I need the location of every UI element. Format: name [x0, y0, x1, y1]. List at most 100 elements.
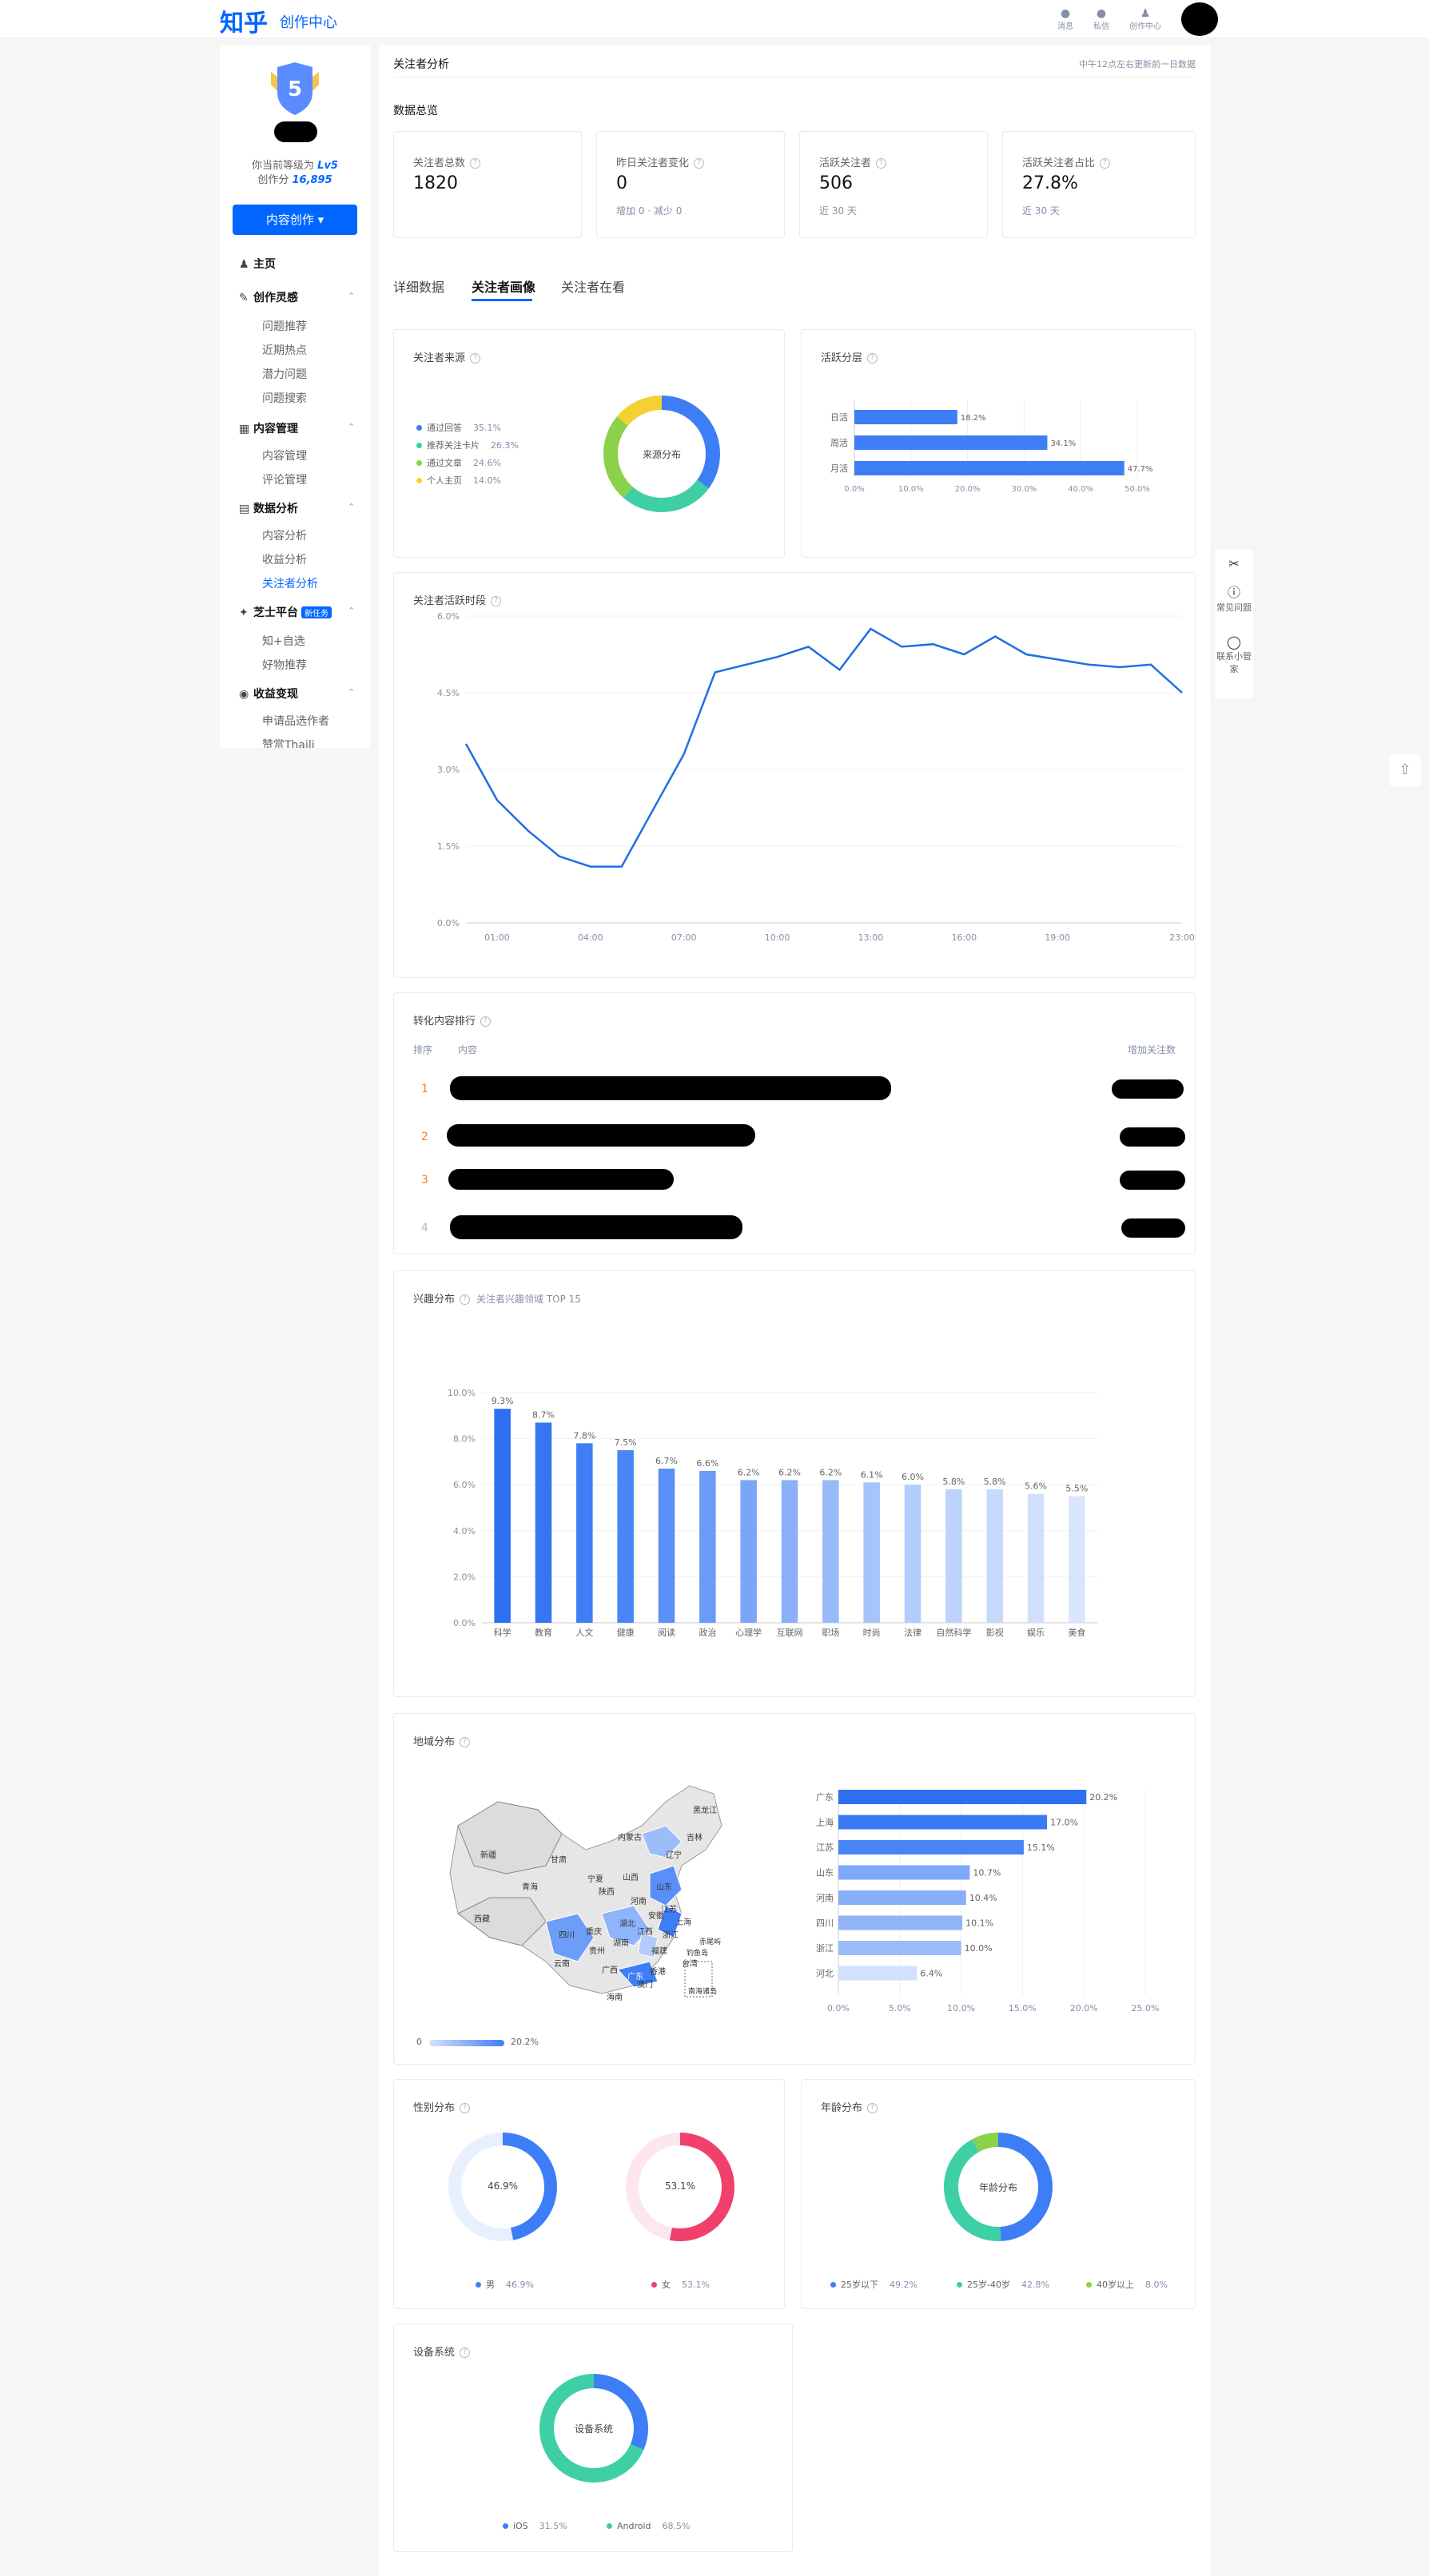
create-content-button[interactable]: 内容创作 ▾ [233, 205, 357, 235]
data-label: 5.8% [942, 1477, 965, 1487]
help-icon[interactable]: ? [1100, 158, 1111, 169]
avatar[interactable] [1181, 2, 1218, 36]
conversion-ranking-panel: 转化内容排行? 排序 内容 增加关注数 1 2 3 4 [393, 992, 1196, 1254]
private-messages-button[interactable]: ● 私信 [1085, 8, 1117, 31]
tick-label: 10.0% [898, 485, 924, 494]
help-icon[interactable]: ? [694, 158, 705, 169]
svg-text:湖南: 湖南 [613, 1938, 629, 1948]
zhihu-logo[interactable]: 知乎 [220, 3, 268, 38]
sidebar-section-content-management[interactable]: ▦ 内容管理 [239, 420, 298, 436]
chevron-up-icon[interactable]: ⌃ [348, 291, 355, 301]
data-label: 10.7% [973, 1868, 1001, 1878]
sidebar-item-question-recommend[interactable]: 问题推荐 [262, 318, 307, 334]
svg-text:黑龙江: 黑龙江 [693, 1805, 717, 1815]
sidebar-item-appreciation[interactable]: 赞赏Thaili [262, 737, 315, 748]
bell-icon: ● [1060, 7, 1071, 20]
chevron-up-icon[interactable]: ⌃ [348, 502, 355, 512]
tick-label: 2.0% [453, 1572, 476, 1582]
ranking-title: 转化内容排行 [413, 1016, 476, 1028]
activity-title: 活跃分层 [821, 352, 863, 364]
svg-text:青海: 青海 [522, 1882, 538, 1892]
help-icon[interactable]: ? [470, 158, 481, 169]
bar [854, 410, 957, 424]
creator-center-title: 创作中心 [280, 14, 337, 31]
source-title: 关注者来源 [413, 352, 466, 364]
svg-text:四川: 四川 [559, 1931, 575, 1940]
sidebar-item-content-management[interactable]: 内容管理 [262, 447, 307, 463]
bar [576, 1443, 593, 1623]
help-icon[interactable]: ? [460, 2103, 471, 2113]
content-link-redacted[interactable] [450, 1076, 891, 1100]
help-icon[interactable]: ? [491, 596, 502, 606]
main-panel: 关注者分析 中午12点左右更新前一日数据 数据总览 关注者总数? 1820 昨日… [379, 45, 1210, 2576]
sidebar-section-data-analysis[interactable]: ▤ 数据分析 [239, 500, 298, 516]
question-circle-icon: ⓘ [1227, 585, 1240, 600]
content-link-redacted[interactable] [447, 1124, 755, 1147]
category-label: 影视 [986, 1627, 1004, 1638]
bar [854, 461, 1124, 475]
chevron-up-icon[interactable]: ⌃ [348, 606, 355, 616]
help-icon[interactable]: ? [867, 2103, 878, 2113]
sidebar-item-follower-analysis[interactable]: 关注者分析 [262, 575, 318, 591]
sidebar-section-cheese-platform[interactable]: ✦ 芝士平台 新任务 [239, 604, 332, 620]
content-link-redacted[interactable] [448, 1169, 674, 1190]
creator-center-button[interactable]: ♟ 创作中心 [1129, 8, 1161, 31]
help-icon[interactable]: ? [460, 1737, 471, 1747]
sidebar-item-hot-topics[interactable]: 近期热点 [262, 342, 307, 358]
data-label: 17.0% [1050, 1818, 1078, 1828]
data-label: 20.2% [1089, 1792, 1117, 1803]
help-icon[interactable]: ? [480, 1016, 492, 1027]
tick-label: 3.0% [437, 765, 460, 775]
svg-text:安徽: 安徽 [648, 1910, 664, 1921]
tab-follower-profile[interactable]: 关注者画像 [472, 276, 535, 296]
svg-text:甘肃: 甘肃 [551, 1854, 567, 1865]
back-to-top-button[interactable]: ⇧ [1389, 754, 1421, 786]
sidebar-item-home[interactable]: ♟ 主页 [239, 256, 276, 272]
sidebar-section-inspiration[interactable]: ✎ 创作灵感 [239, 289, 298, 305]
category-label: 健康 [617, 1627, 635, 1638]
screenshot-tool-button[interactable]: ✂ [1215, 556, 1253, 571]
help-icon[interactable]: ? [867, 353, 878, 364]
bar [854, 435, 1048, 450]
data-label: 6.6% [696, 1458, 718, 1469]
sidebar-item-question-search[interactable]: 问题搜索 [262, 390, 307, 406]
contact-assistant-button[interactable]: ◯ 联系小管家 [1215, 634, 1253, 675]
sidebar-item-content-analysis[interactable]: 内容分析 [262, 527, 307, 543]
data-label: 9.3% [492, 1396, 514, 1406]
messages-button[interactable]: ● 消息 [1049, 8, 1081, 31]
sidebar-item-apply-selector[interactable]: 申请品选作者 [262, 713, 329, 729]
tab-followers-watching[interactable]: 关注者在看 [561, 276, 625, 296]
tick-label: 19:00 [1045, 932, 1070, 943]
chevron-up-icon[interactable]: ⌃ [348, 687, 355, 698]
donut-center-label: 来源分布 [642, 449, 681, 460]
category-label: 江苏 [816, 1843, 834, 1853]
interest-hint: 关注者兴趣领域 TOP 15 [476, 1294, 581, 1305]
stat-sub: 增加 0 · 减少 0 [616, 205, 683, 217]
content-link-redacted[interactable] [450, 1215, 742, 1239]
data-label: 6.2% [738, 1467, 760, 1477]
help-icon[interactable]: ? [460, 2347, 471, 2358]
faq-button[interactable]: ⓘ 常见问题 [1215, 582, 1253, 614]
bar [904, 1485, 921, 1623]
sidebar-item-good-products[interactable]: 好物推荐 [262, 657, 307, 673]
donut-center-label: 设备系统 [574, 2423, 613, 2435]
sidebar-item-comment-management[interactable]: 评论管理 [262, 471, 307, 487]
tab-detailed-data[interactable]: 详细数据 [393, 276, 444, 296]
chevron-up-icon[interactable]: ⌃ [348, 422, 355, 432]
help-icon[interactable]: ? [876, 158, 887, 169]
sidebar-item-revenue-analysis[interactable]: 收益分析 [262, 551, 307, 567]
chat-bubble-icon: ◯ [1227, 634, 1241, 650]
sidebar-item-potential-questions[interactable]: 潜力问题 [262, 366, 307, 382]
activity-layers-panel: 活跃分层? 0.0% 10.0% 20.0% 30.0% 40.0% 50.0% 日活 18.… [801, 329, 1196, 558]
gain-value-redacted [1121, 1218, 1185, 1238]
help-icon[interactable]: ? [460, 1294, 471, 1305]
female-center-value: 53.1% [664, 2180, 696, 2192]
age-title: 年龄分布 [821, 2102, 863, 2114]
svg-text:钓鱼岛: 钓鱼岛 [687, 1948, 708, 1958]
sidebar-section-monetization[interactable]: ◉ 收益变现 [239, 686, 298, 702]
svg-text:浙江: 浙江 [663, 1930, 679, 1940]
category-label: 日活 [830, 412, 848, 423]
help-icon[interactable]: ? [470, 353, 481, 364]
col-rank: 排序 [413, 1044, 433, 1055]
sidebar-item-zhi-plus[interactable]: 知+自选 [262, 633, 305, 649]
